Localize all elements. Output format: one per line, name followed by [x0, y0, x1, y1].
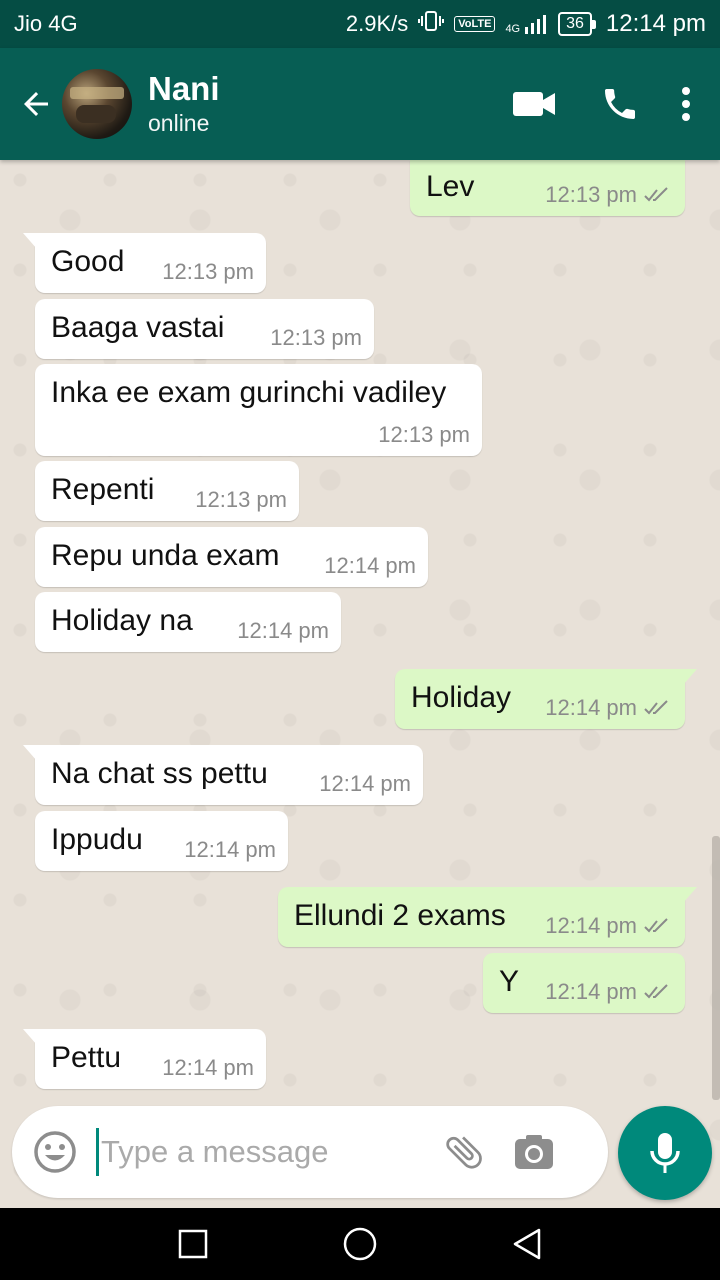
- message-meta: 12:13 pm: [545, 182, 673, 208]
- system-nav-bar: [0, 1208, 720, 1280]
- message-time: 12:14 pm: [545, 979, 637, 1004]
- message-meta: 12:14 pm: [545, 979, 673, 1005]
- contact-status: online: [148, 110, 210, 136]
- vibrate-icon: [418, 10, 445, 38]
- contact-name: Nani: [148, 70, 220, 107]
- message-bubble-in[interactable]: Pettu 12:14 pm: [23, 1029, 266, 1089]
- contact-info[interactable]: Nani online: [148, 70, 478, 138]
- message-time: 12:14 pm: [319, 771, 411, 796]
- message-text: Holiday: [411, 681, 512, 714]
- scrollbar[interactable]: [712, 836, 720, 1100]
- message-time: 12:14 pm: [184, 837, 276, 862]
- message-time: 12:14 pm: [545, 695, 637, 720]
- message-bubble-in[interactable]: Inka ee exam gurinchi vadiley 12:13 pm: [35, 364, 482, 456]
- message-text: Repu unda exam: [51, 539, 280, 572]
- volte-badge: VoLTE: [454, 16, 496, 32]
- message-bubble-in[interactable]: Holiday na 12:14 pm: [35, 592, 341, 652]
- camera-icon[interactable]: [509, 1127, 559, 1177]
- status-indicators: 2.9K/s VoLTE 4G 36 12:14 pm: [346, 10, 706, 38]
- message-text: Lev: [426, 170, 475, 203]
- message-composer: [12, 1106, 608, 1198]
- message-time: 12:13 pm: [195, 487, 287, 512]
- battery-indicator: 36: [558, 12, 596, 36]
- read-ticks-icon: [644, 187, 668, 202]
- home-icon[interactable]: [330, 1214, 390, 1274]
- network-speed: 2.9K/s: [345, 11, 409, 36]
- text-cursor: [96, 1128, 99, 1176]
- chat-area[interactable]: Lev 12:13 pm Good 12:13 pm Baaga vastai …: [0, 160, 720, 1208]
- message-text: Pettu: [51, 1041, 122, 1074]
- message-text: Na chat ss pettu: [51, 757, 268, 790]
- message-time: 12:13 pm: [162, 259, 254, 284]
- message-time: 12:13 pm: [545, 182, 637, 207]
- chat-header: Nani online: [0, 48, 720, 160]
- read-ticks-icon: [644, 918, 668, 933]
- message-bubble-in[interactable]: Repenti 12:13 pm: [35, 461, 299, 521]
- message-bubble-in[interactable]: Repu unda exam 12:14 pm: [35, 527, 428, 587]
- message-text: Ellundi 2 exams: [294, 899, 506, 932]
- paperclip-icon[interactable]: [439, 1127, 489, 1177]
- message-text: Ippudu: [51, 823, 143, 856]
- read-ticks-icon: [644, 984, 668, 999]
- message-bubble-in[interactable]: Good 12:13 pm: [23, 233, 266, 293]
- phone-icon[interactable]: [590, 74, 650, 134]
- message-bubble-out[interactable]: Lev 12:13 pm: [410, 160, 685, 216]
- message-bubble-out[interactable]: Holiday 12:14 pm: [395, 669, 697, 729]
- message-text: Holiday na: [51, 604, 193, 637]
- message-bubble-out[interactable]: Ellundi 2 exams 12:14 pm: [278, 887, 697, 947]
- message-text: Baaga vastai: [51, 311, 225, 344]
- message-bubble-out[interactable]: Y 12:14 pm: [483, 953, 685, 1013]
- message-bubble-in[interactable]: Ippudu 12:14 pm: [35, 811, 288, 871]
- message-meta: 12:14 pm: [545, 913, 673, 939]
- back-triangle-icon[interactable]: [497, 1214, 557, 1274]
- message-time: 12:13 pm: [378, 422, 470, 447]
- message-time: 12:14 pm: [237, 618, 329, 643]
- signal-icon: 4G: [505, 13, 548, 35]
- message-meta: 12:14 pm: [545, 695, 673, 721]
- message-time: 12:13 pm: [270, 325, 362, 350]
- message-text: Y: [499, 965, 520, 998]
- network-type: 4G: [505, 23, 521, 35]
- message-bubble-in[interactable]: Baaga vastai 12:13 pm: [35, 299, 374, 359]
- message-time: 12:14 pm: [545, 913, 637, 938]
- recents-icon[interactable]: [163, 1214, 223, 1274]
- message-time: 12:14 pm: [324, 553, 416, 578]
- read-ticks-icon: [644, 700, 668, 715]
- message-text: Repenti: [51, 473, 155, 506]
- emoji-icon[interactable]: [30, 1127, 80, 1177]
- message-text: Good: [51, 245, 125, 278]
- mic-icon: [650, 1133, 680, 1173]
- message-time: 12:14 pm: [162, 1055, 254, 1080]
- avatar[interactable]: [62, 69, 132, 139]
- more-vert-icon[interactable]: [666, 74, 706, 134]
- message-bubble-in[interactable]: Na chat ss pettu 12:14 pm: [23, 745, 423, 805]
- message-input[interactable]: [101, 1134, 431, 1170]
- clock: 12:14 pm: [605, 10, 706, 37]
- mic-button[interactable]: [618, 1106, 712, 1200]
- back-arrow-icon[interactable]: [10, 74, 62, 134]
- carrier-label: Jio 4G: [14, 11, 78, 36]
- message-text: Inka ee exam gurinchi vadiley: [51, 376, 447, 409]
- video-call-icon[interactable]: [504, 74, 564, 134]
- status-bar: Jio 4G 2.9K/s VoLTE 4G 36 12:14 pm: [0, 0, 720, 48]
